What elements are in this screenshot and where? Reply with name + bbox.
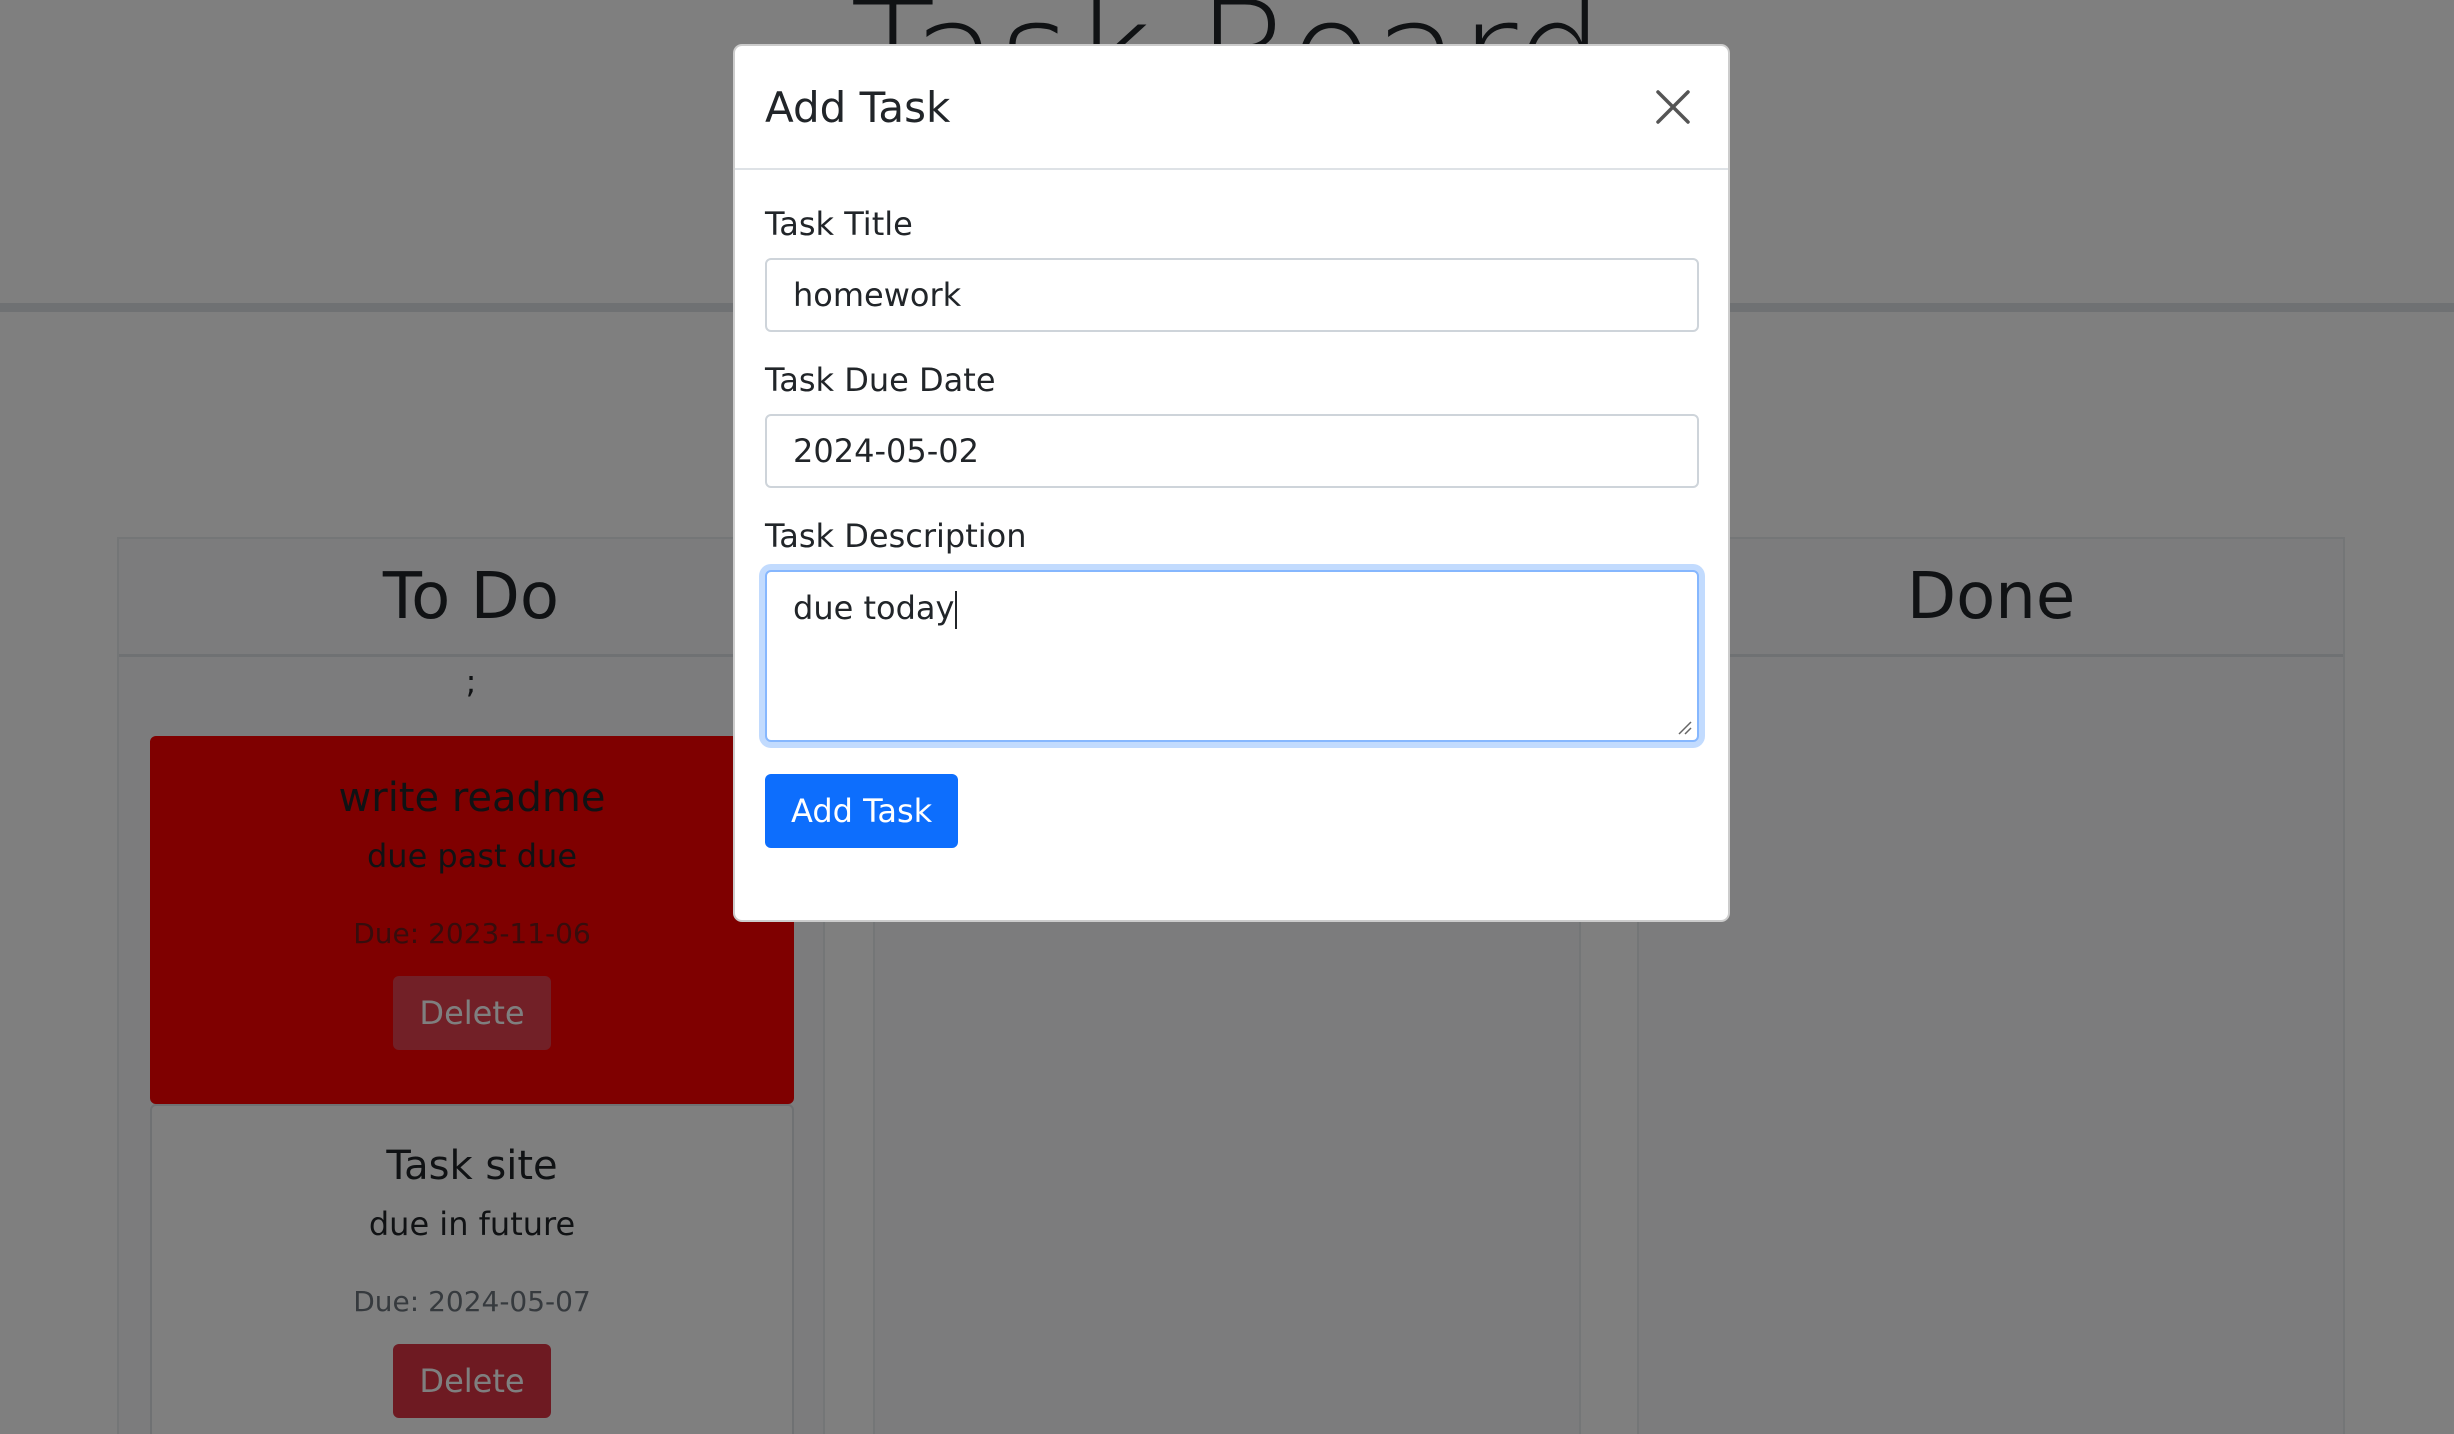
task-description-value: due today	[793, 589, 955, 627]
task-description-textarea[interactable]: due today	[765, 570, 1699, 742]
modal-body: Task Title homework Task Due Date 2024-0…	[735, 170, 1728, 848]
task-title-field: Task Title homework	[765, 200, 1699, 332]
task-due-date-input[interactable]: 2024-05-02	[765, 414, 1699, 488]
task-due-date-field: Task Due Date 2024-05-02	[765, 356, 1699, 488]
modal-title: Add Task	[765, 82, 951, 132]
add-task-submit-button[interactable]: Add Task	[765, 774, 959, 848]
add-task-modal: Add Task Task Title homework Task Due Da…	[733, 44, 1730, 922]
task-description-field: Task Description due today	[765, 512, 1699, 742]
task-title-label: Task Title	[765, 205, 913, 243]
task-due-date-label: Task Due Date	[765, 361, 996, 399]
text-caret	[955, 591, 958, 629]
task-description-label: Task Description	[765, 517, 1027, 555]
resize-grip-icon[interactable]	[1675, 718, 1693, 736]
modal-header: Add Task	[735, 46, 1728, 170]
close-icon[interactable]	[1648, 82, 1698, 132]
task-title-input[interactable]: homework	[765, 258, 1699, 332]
